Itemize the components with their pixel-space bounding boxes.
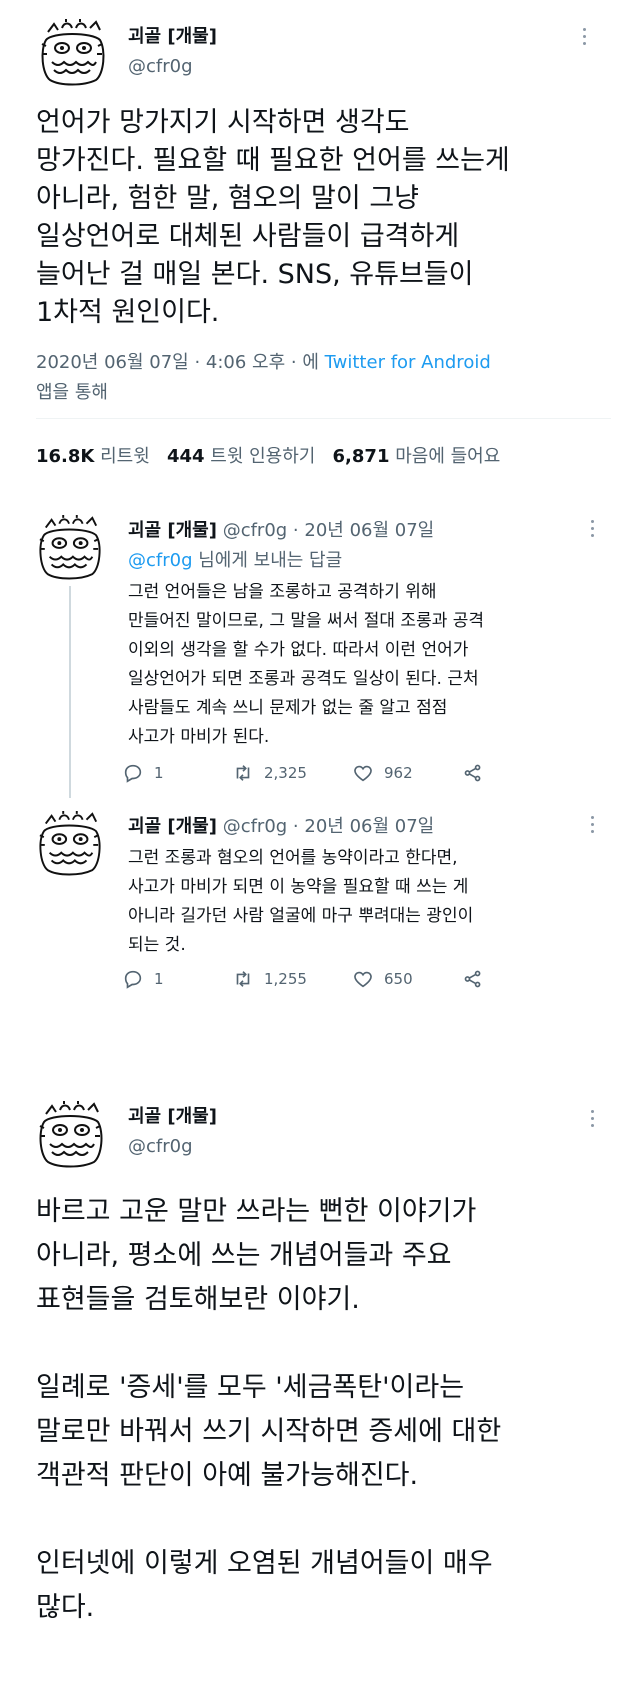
retweet-label[interactable]: 리트윗 [100,446,150,467]
thread-line [69,586,71,798]
retweet-button[interactable]: 1,255 [232,968,307,990]
frog-avatar-icon[interactable] [40,18,106,86]
retweet-icon [236,765,250,781]
tweet-text: 그런 조롱과 혐오의 언어를 농약이라고 한다면, 사고가 마비가 되면 이 농… [128,848,474,955]
reply-button[interactable]: 1 [122,762,164,784]
more-icon[interactable] [591,812,594,837]
retweet-count[interactable]: 16.8K [36,446,94,467]
reply-count: 1 [154,970,164,988]
reply-count: 1 [154,764,164,782]
author-handle-date[interactable]: @cfr0g · 20년 06월 07일 [223,816,435,837]
like-icon [354,765,372,782]
frog-avatar-icon[interactable] [38,810,102,876]
author-name[interactable]: 괴골 [개물] [128,1102,217,1128]
retweet-count: 2,325 [264,764,307,782]
tweet-text: 바르고 고운 말만 쓰라는 뻔한 이야기가 아니라, 평소에 쓰는 개념어들과 … [36,1196,502,1623]
author-handle[interactable]: @cfr0g [128,56,193,77]
share-icon [464,764,481,782]
share-button[interactable] [462,762,484,784]
like-label[interactable]: 마음에 들어요 [395,446,500,467]
reply-header: 괴골 [개물] @cfr0g · 20년 06월 07일 [128,516,434,542]
like-count[interactable]: 6,871 [333,446,390,467]
reply-to-label: 님에게 보내는 답글 [198,550,343,571]
frog-avatar-icon[interactable] [38,514,102,580]
tweet-via: 앱을 통해 [36,382,108,403]
more-icon[interactable] [583,24,586,49]
quote-count[interactable]: 444 [167,446,205,467]
retweet-count: 1,255 [264,970,307,988]
reply-icon [124,764,142,783]
tweet-meta: 2020년 06월 07일 · 4:06 오후 · 에 Twitter for … [36,348,616,408]
author-handle-date[interactable]: @cfr0g · 20년 06월 07일 [223,520,435,541]
tweet-text: 언어가 망가지기 시작하면 생각도 망가진다. 필요할 때 필요한 언어를 쓰는… [36,107,510,328]
more-icon[interactable] [591,1106,594,1131]
author-handle[interactable]: @cfr0g [128,1136,193,1157]
author-name[interactable]: 괴골 [개물] [128,520,217,541]
reply-icon [124,970,142,989]
like-button[interactable]: 962 [352,762,413,784]
reply-to-handle[interactable]: @cfr0g [128,550,193,571]
tweet-date: 2020년 06월 07일 · 4:06 오후 · 에 [36,352,319,373]
retweet-icon [236,971,250,987]
replying-to: @cfr0g 님에게 보내는 답글 [128,546,342,572]
like-icon [354,971,372,988]
retweet-button[interactable]: 2,325 [232,762,307,784]
share-icon [464,970,481,988]
reply-button[interactable]: 1 [122,968,164,990]
like-button[interactable]: 650 [352,968,413,990]
share-button[interactable] [462,968,484,990]
frog-avatar-icon[interactable] [38,1100,104,1168]
author-name[interactable]: 괴골 [개물] [128,22,217,48]
author-name[interactable]: 괴골 [개물] [128,816,217,837]
quote-label[interactable]: 트윗 인용하기 [210,446,315,467]
tweet-client-link[interactable]: Twitter for Android [325,352,491,373]
like-count: 650 [384,970,413,988]
tweet-text: 그런 언어들은 남을 조롱하고 공격하기 위해 만들어진 말이므로, 그 말을 … [128,582,485,747]
like-count: 962 [384,764,413,782]
tweet-stats: 16.8K 리트윗 444 트윗 인용하기 6,871 마음에 들어요 [36,442,500,468]
more-icon[interactable] [591,516,594,541]
divider [36,418,611,419]
reply-header: 괴골 [개물] @cfr0g · 20년 06월 07일 [128,812,434,838]
